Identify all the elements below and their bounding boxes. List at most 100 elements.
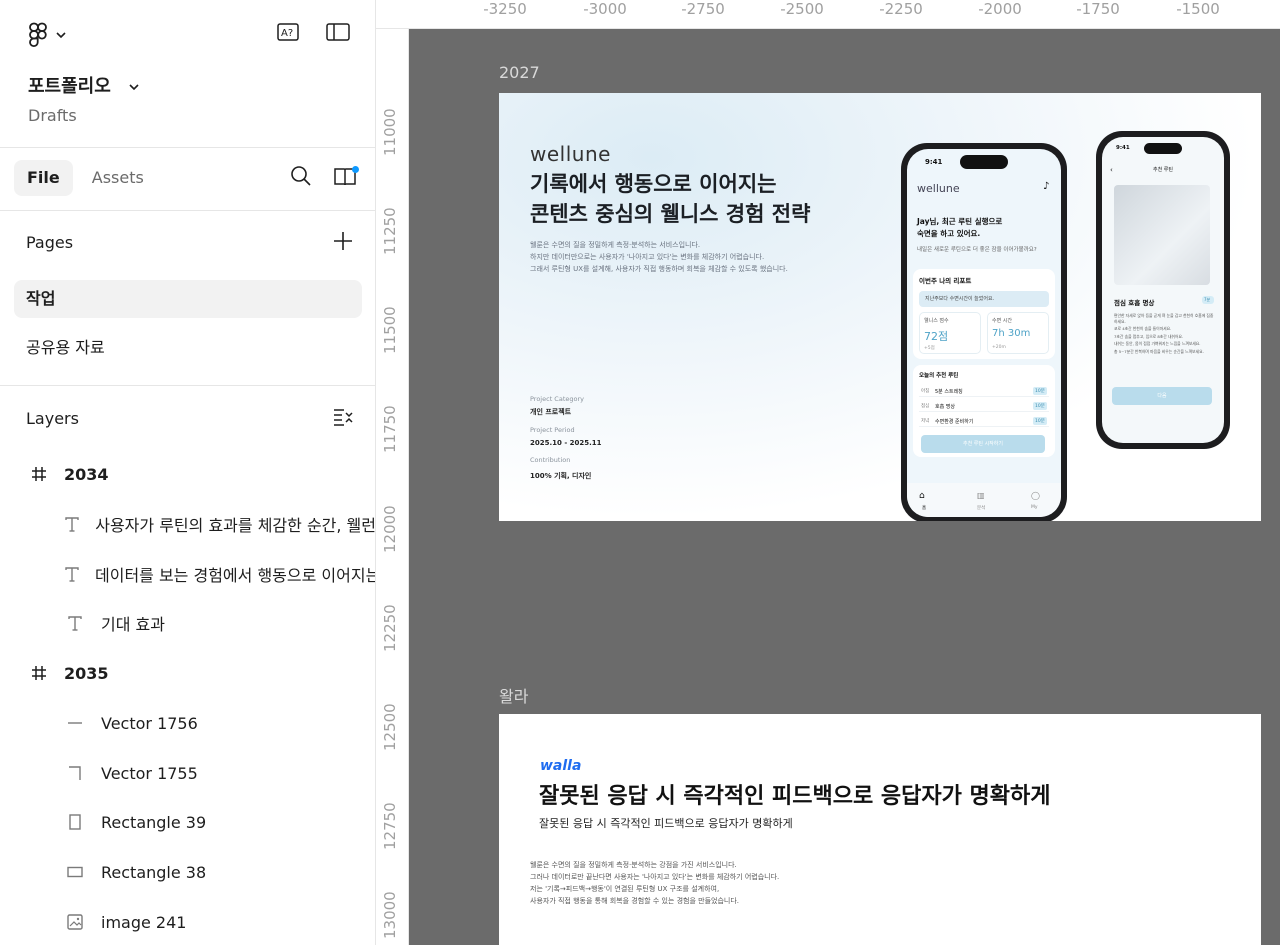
layer-frame-row[interactable]: 2034 [0, 449, 375, 499]
layer-text-row[interactable]: 사용자가 루틴의 효과를 체감한 순간, 웰런 [0, 499, 375, 549]
report-title: 이번주 나의 리포트 [919, 277, 972, 285]
meta-category: 개인 프로젝트 [530, 408, 572, 416]
next-button[interactable]: 다음 [1112, 387, 1212, 405]
routine-row[interactable]: 점심 호흡 명상 10분 [919, 400, 1049, 412]
font-check-button[interactable]: A? [276, 22, 300, 46]
panel-tabs: File Assets [14, 160, 157, 196]
routine-time: 10분 [1033, 417, 1047, 425]
library-button[interactable] [333, 166, 359, 190]
layer-label: 데이터를 보는 경험에서 행동으로 이어지는 [95, 566, 376, 585]
artboard-2027[interactable]: wellune 기록에서 행동으로 이어지는 콘텐츠 중심의 웰니스 경험 전략… [499, 93, 1261, 521]
status-time: 9:41 [1116, 145, 1130, 151]
search-icon [290, 165, 312, 191]
frame-label-walla[interactable]: 왈라 [499, 683, 528, 707]
divider [0, 385, 375, 386]
plus-icon [333, 231, 353, 255]
phone-screen: 9:41 ‹ 추천 루틴 점심 호흡 명상 7분 편안한 자세로 앉아 등을 곧… [1102, 137, 1224, 443]
headline: 기록에서 행동으로 이어지는 콘텐츠 중심의 웰니스 경험 전략 [530, 169, 810, 229]
collapse-layers-button[interactable] [331, 407, 355, 431]
description-line: 웰룬은 수면의 질을 정밀하게 측정·분석하는 강점을 가진 서비스입니다. [530, 861, 737, 869]
meta-period-label: Project Period [530, 426, 575, 434]
figma-logo-icon [28, 22, 48, 48]
meta-contrib-label: Contribution [530, 456, 571, 464]
sleep-value: 7h 30m [992, 328, 1031, 339]
routine-card: 오늘의 추천 루틴 아침 5분 스트레칭 10분점심 호흡 명상 10분저녁 수면환경 준… [913, 365, 1055, 457]
routine-name: 점심 호흡 명상 [1114, 299, 1155, 307]
ruler-tick: -3000 [583, 0, 627, 18]
layer-label: Rectangle 39 [101, 812, 207, 832]
description-line: 저는 '기록→피드백→행동'이 연결된 루틴형 UX 구조를 설계하여, [530, 885, 720, 893]
layer-rect-row[interactable]: Rectangle 39 [0, 797, 375, 847]
layer-label: Vector 1755 [101, 763, 198, 783]
nav-my[interactable]: My [1031, 505, 1038, 510]
page-item-shared[interactable]: 공유용 자료 [14, 329, 362, 367]
sleep-delta: +20m [992, 345, 1006, 350]
layer-rect-row[interactable]: Rectangle 38 [0, 847, 375, 897]
list-collapse-icon [332, 407, 354, 431]
ruler-tick: -1750 [1076, 0, 1120, 18]
meta-period: 2025.10 - 2025.11 [530, 439, 602, 447]
nav-home[interactable]: 홈 [922, 505, 926, 511]
instruction-bullet: 총 5~7분간 반복하며 마음을 비우는 순간을 느껴보세요. [1114, 348, 1204, 354]
sleep-card: 수면 시간 7h 30m +20m [987, 312, 1049, 354]
layer-vector-row[interactable]: Vector 1755 [0, 748, 375, 798]
walla-headline: 잘못된 응답 시 즉각적인 피드백으로 응답자가 명확하게 [539, 784, 1051, 809]
routine-row[interactable]: 아침 5분 스트레칭 10분 [919, 385, 1049, 397]
layer-label: image 241 [101, 912, 187, 932]
description: 웰룬은 수면의 질을 정밀하게 측정·분석하는 서비스입니다. 하지만 데이터만… [530, 239, 788, 275]
layer-frame-row[interactable]: 2035 [0, 648, 375, 698]
walla-logo: walla [540, 758, 582, 774]
corner-icon [64, 765, 86, 781]
layer-label: 2035 [64, 663, 109, 683]
routine-row[interactable]: 저녁 수면환경 준비하기 10분 [919, 415, 1049, 427]
routine-name: 호흡 명상 [935, 404, 955, 410]
chevron-down-icon [56, 31, 66, 39]
svg-text:A?: A? [281, 28, 293, 39]
score-label: 웰니스 점수 [924, 318, 949, 324]
score-delta: +5점 [924, 346, 935, 351]
ruler-tick: 12750 [381, 802, 399, 850]
routine-title: 오늘의 추천 루틴 [919, 373, 959, 379]
ruler-tick: 11000 [381, 108, 399, 156]
status-time: 9:41 [925, 158, 943, 166]
layer-text-row[interactable]: 데이터를 보는 경험에서 행동으로 이어지는 [0, 549, 376, 599]
layer-vector-row[interactable]: Vector 1756 [0, 698, 375, 748]
font-check-icon: A? [277, 23, 299, 45]
layer-label: 기대 효과 [101, 615, 165, 634]
walla-subheadline: 잘못된 응답 시 즉각적인 피드백으로 응답자가 명확하게 [539, 817, 793, 830]
walla-description: 웰룬은 수면의 질을 정밀하게 측정·분석하는 강점을 가진 서비스입니다. 그… [530, 859, 779, 907]
frame-icon [28, 466, 50, 482]
text-icon [64, 615, 86, 631]
layer-image-row[interactable]: image 241 [0, 897, 375, 945]
phone-mockup-routine: 9:41 ‹ 추천 루틴 점심 호흡 명상 7분 편안한 자세로 앉아 등을 곧… [1096, 131, 1230, 449]
search-button[interactable] [289, 166, 313, 190]
routine-tag: 아침 [921, 389, 930, 394]
tab-file[interactable]: File [14, 160, 73, 196]
meta-contrib: 100% 기획, 디자인 [530, 472, 592, 480]
text-icon [64, 566, 80, 582]
home-icon: ⌂ [919, 491, 925, 501]
bell-icon: ♪ [1043, 181, 1050, 192]
frame-icon [28, 665, 50, 681]
divider [0, 147, 375, 148]
nav-analysis[interactable]: 분석 [977, 505, 985, 511]
meditation-image [1114, 185, 1210, 285]
layer-text-row[interactable]: 기대 효과 [0, 598, 375, 648]
artboard-walla[interactable]: walla 잘못된 응답 시 즉각적인 피드백으로 응답자가 명확하게 잘못된 … [499, 714, 1261, 945]
tab-assets[interactable]: Assets [79, 160, 157, 196]
duration-badge: 7분 [1202, 296, 1214, 304]
ruler-tick: 11250 [381, 207, 399, 255]
add-page-button[interactable] [331, 231, 355, 255]
greeting-question: 내일은 새로운 루틴으로 더 좋은 잠을 이어가볼까요? [917, 247, 1037, 253]
page-item-work[interactable]: 작업 [14, 280, 362, 318]
frame-label-2027[interactable]: 2027 [499, 63, 540, 82]
start-routine-button[interactable]: 추천 루틴 시작하기 [921, 435, 1045, 453]
image-icon [64, 914, 86, 930]
main-menu-button[interactable] [28, 22, 66, 48]
toggle-sidebar-button[interactable] [326, 22, 350, 46]
ruler-tick: 12000 [381, 505, 399, 553]
layer-label: Vector 1756 [101, 713, 198, 733]
project-location[interactable]: Drafts [28, 106, 77, 125]
report-card: 이번주 나의 리포트 지난주보다 수면시간이 늘었어요. 웰니스 점수 72점 … [913, 269, 1055, 359]
project-name-button[interactable]: 포트폴리오 [28, 72, 139, 98]
